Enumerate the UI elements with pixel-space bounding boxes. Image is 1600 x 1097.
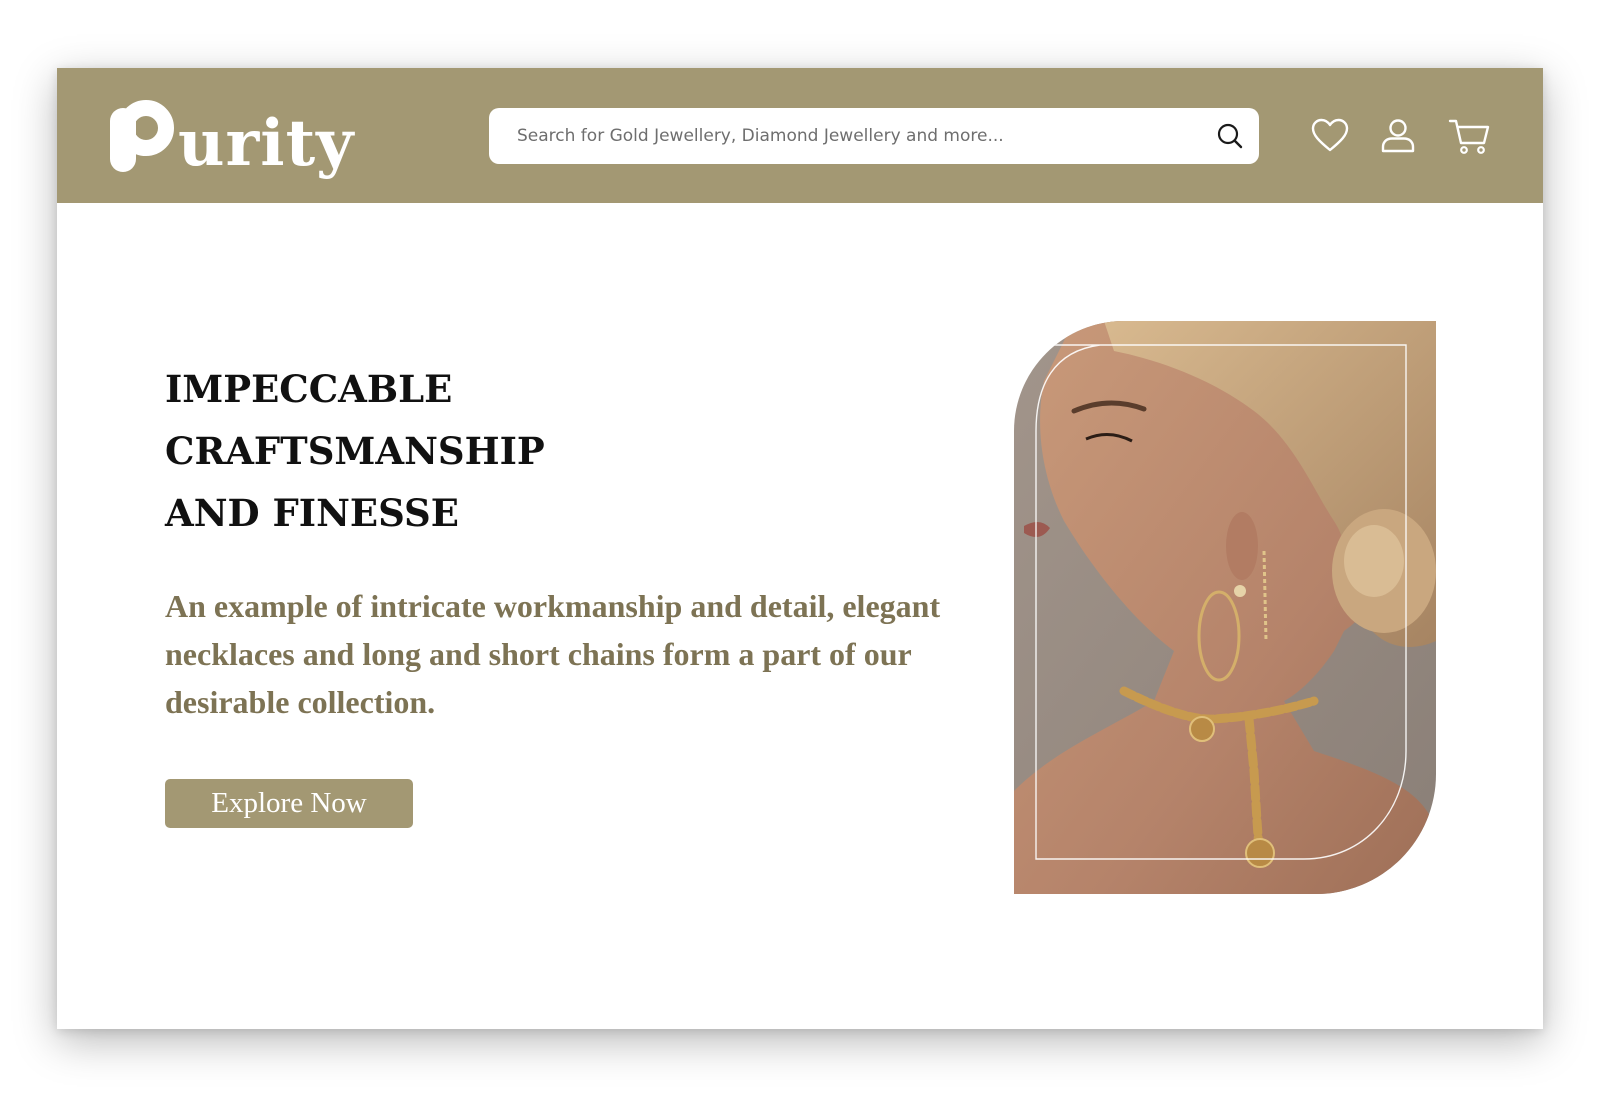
user-icon — [1381, 119, 1415, 153]
model-portrait-illustration — [1014, 321, 1436, 894]
search-bar — [489, 108, 1259, 164]
logo-text: urity — [178, 106, 355, 181]
search-input[interactable] — [515, 125, 1213, 147]
account-button[interactable] — [1375, 113, 1421, 159]
wishlist-button[interactable] — [1307, 113, 1353, 159]
heart-icon — [1311, 118, 1349, 152]
logo-mark — [110, 100, 174, 172]
cart-button[interactable] — [1447, 113, 1493, 159]
hero-headline: IMPECCABLE CRAFTSMANSHIP AND FINESSE — [165, 367, 545, 535]
brand-logo[interactable]: urity — [110, 86, 354, 186]
hero-copy: IMPECCABLE CRAFTSMANSHIP AND FINESSE An … — [165, 358, 985, 726]
page-frame: urity Search for Gold Jewellery, Diamond… — [57, 68, 1543, 1029]
cart-icon — [1448, 119, 1490, 154]
search-icon — [1217, 123, 1243, 149]
header-actions — [1307, 112, 1493, 160]
site-header: urity — [57, 68, 1543, 203]
explore-now-button[interactable]: Explore Now — [165, 779, 413, 828]
hero-model-image — [1014, 321, 1436, 894]
search-button[interactable] — [1213, 119, 1247, 153]
hero-description: An example of intricate workmanship and … — [165, 588, 941, 720]
logo-mark-bowl — [118, 100, 174, 156]
